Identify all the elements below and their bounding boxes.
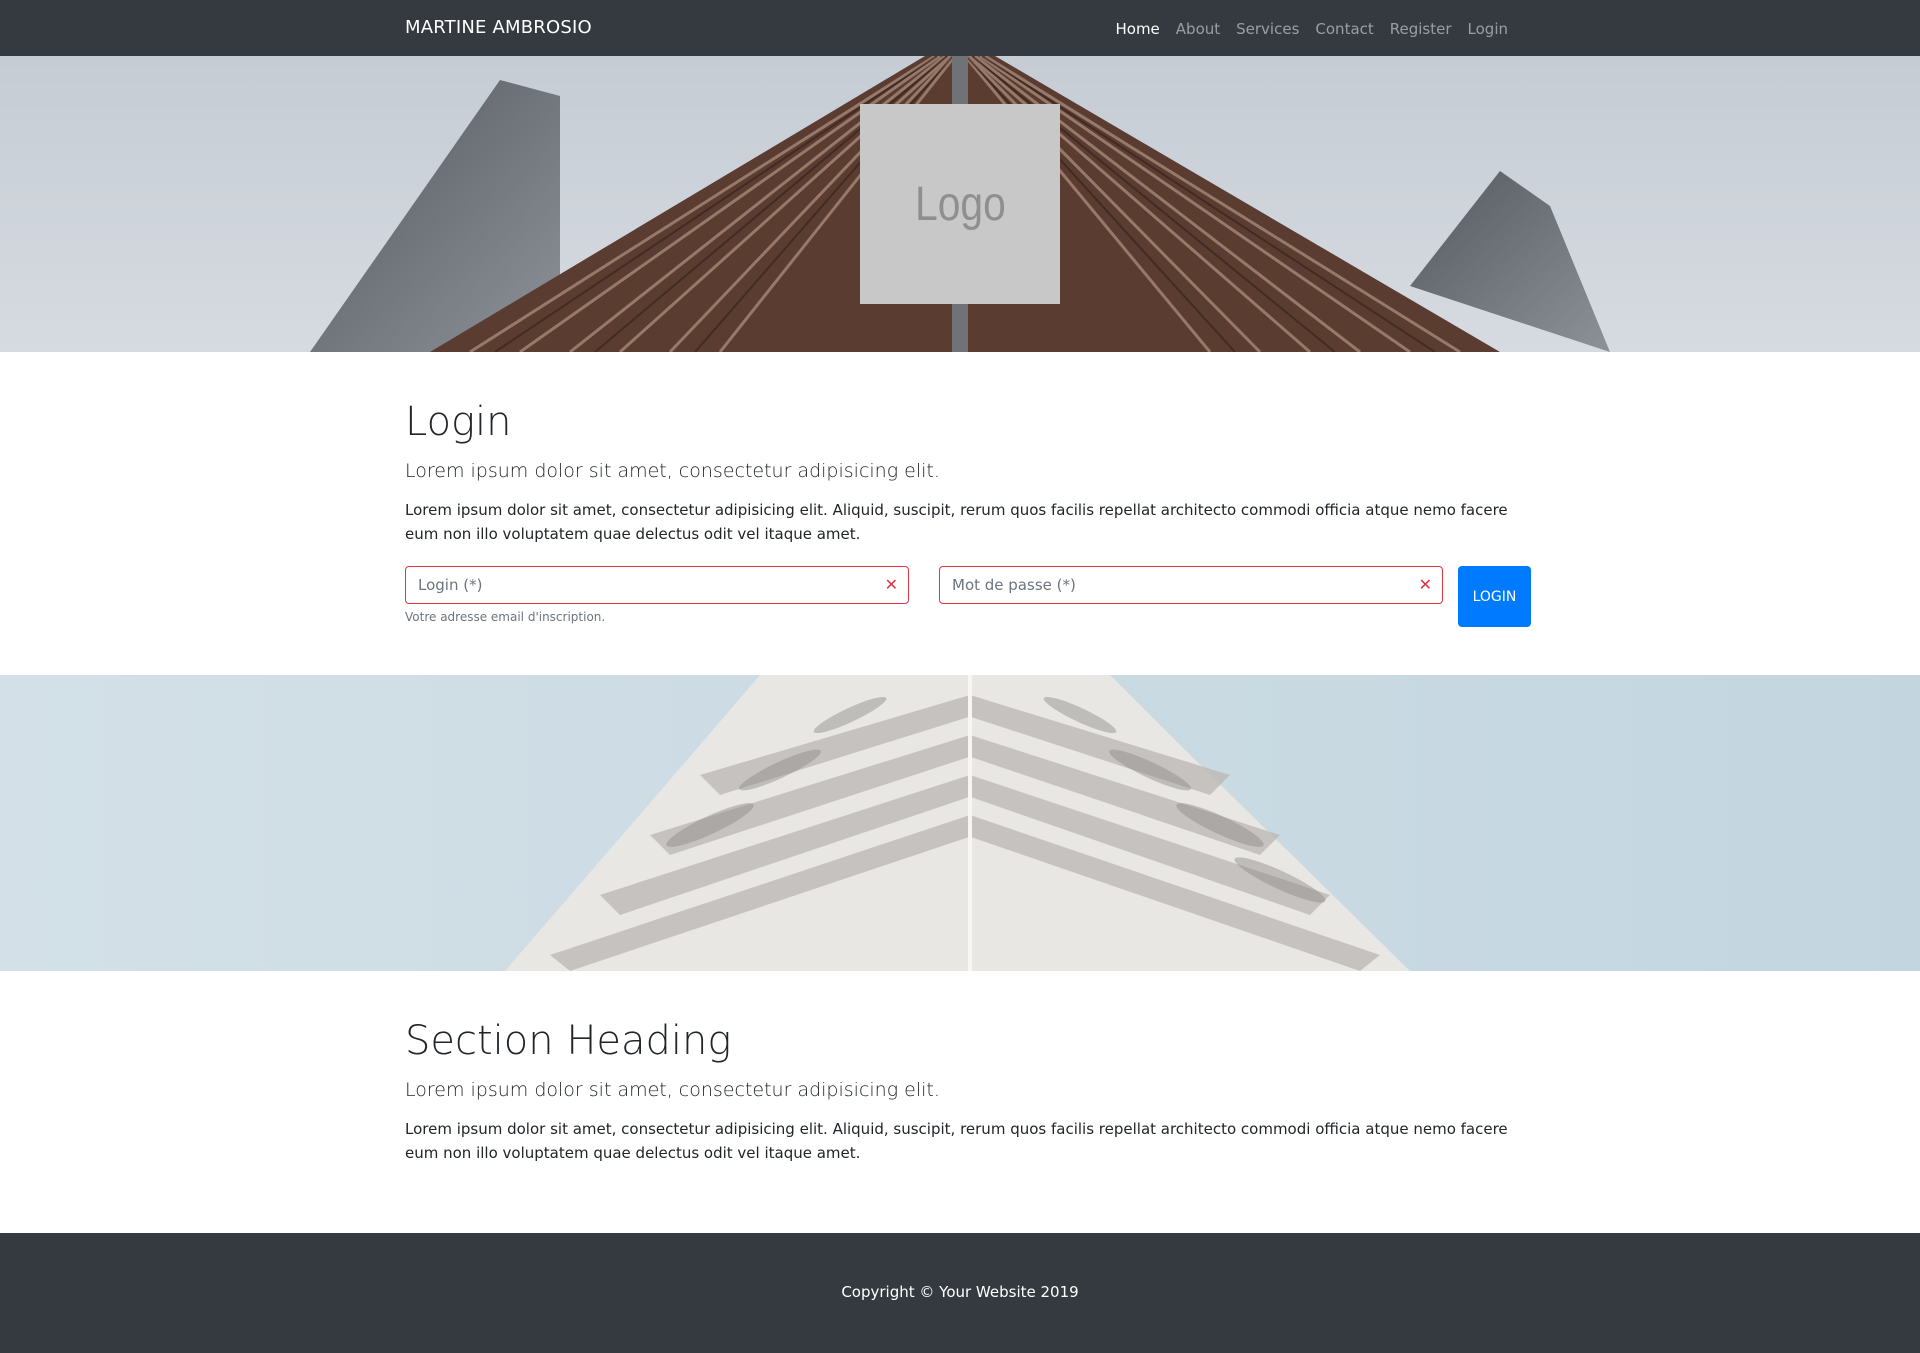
login-section: Login Lorem ipsum dolor sit amet, consec… — [405, 398, 1530, 546]
login-heading: Login — [405, 399, 512, 445]
building-photo-middle — [0, 675, 1920, 971]
nav-link-about[interactable]: About — [1176, 20, 1220, 38]
logo-text: Logo — [914, 177, 1006, 231]
nav-link-login[interactable]: Login — [1468, 20, 1508, 38]
footer: Copyright © Your Website 2019 — [0, 1233, 1920, 1353]
hero-banner-top: Logo — [0, 56, 1920, 352]
login-lead-text: Lorem ipsum dolor sit amet, consectetur … — [405, 460, 940, 482]
section-heading: Section Heading — [405, 1018, 732, 1064]
login-field-wrapper: ✕ — [405, 566, 909, 604]
login-input[interactable] — [406, 567, 876, 603]
login-body-text: Lorem ipsum dolor sit amet, consectetur … — [405, 501, 1508, 543]
content-section: Section Heading Lorem ipsum dolor sit am… — [405, 1017, 1530, 1165]
section-body-text: Lorem ipsum dolor sit amet, consectetur … — [405, 1120, 1508, 1162]
password-input[interactable] — [940, 567, 1410, 603]
nav-link-services[interactable]: Services — [1236, 20, 1299, 38]
password-field-wrapper: ✕ — [939, 566, 1443, 604]
section-lead-text: Lorem ipsum dolor sit amet, consectetur … — [405, 1079, 940, 1101]
login-help-text: Votre adresse email d'inscription. — [405, 610, 606, 624]
login-form: ✕ Votre adresse email d'inscription. ✕ L… — [405, 566, 1531, 636]
hero-banner-middle — [0, 675, 1920, 971]
password-error-icon: ✕ — [1418, 575, 1432, 594]
logo-placeholder: Logo — [860, 104, 1060, 304]
login-submit-button[interactable]: LOGIN — [1458, 566, 1531, 627]
navbar: MARTINE AMBROSIO Home About Services Con… — [0, 0, 1920, 56]
nav-link-register[interactable]: Register — [1390, 20, 1452, 38]
nav-links: Home About Services Contact Register Log… — [1115, 20, 1508, 38]
login-error-icon: ✕ — [884, 575, 898, 594]
nav-link-contact[interactable]: Contact — [1315, 20, 1373, 38]
footer-copyright: Copyright © Your Website 2019 — [841, 1283, 1079, 1301]
brand-logo-text[interactable]: MARTINE AMBROSIO — [405, 17, 592, 38]
nav-link-home[interactable]: Home — [1115, 20, 1159, 38]
